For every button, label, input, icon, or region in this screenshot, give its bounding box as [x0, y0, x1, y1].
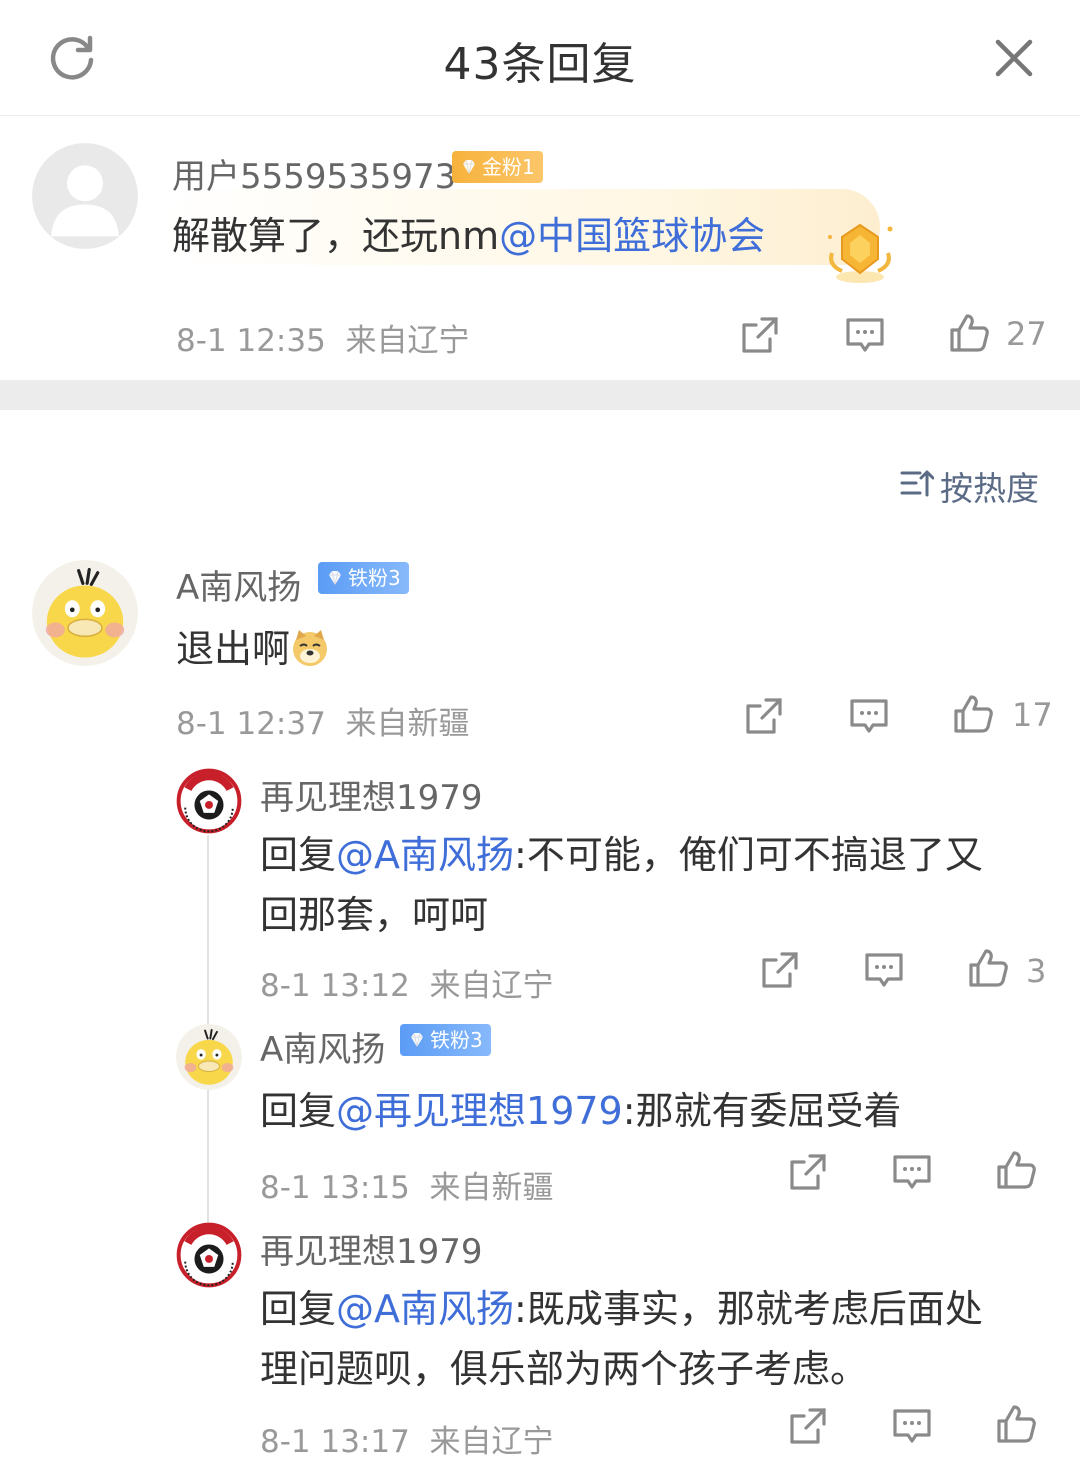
- sub-reply-body: :既成事实，那就考虑后面处: [514, 1287, 983, 1331]
- sub-reply-time: 8-1 13:12: [260, 968, 410, 1004]
- sub-reply-body: :不可能，俺们可不搞退了又: [514, 833, 983, 877]
- like-count: 17: [1012, 696, 1053, 734]
- sub-reply-location: 来自新疆: [429, 1170, 554, 1206]
- iron-fan-badge: 铁粉3: [400, 1024, 491, 1056]
- comment-meta: 8-1 12:35 来自辽宁: [176, 315, 470, 360]
- like-icon[interactable]: [966, 946, 1010, 990]
- close-icon[interactable]: [990, 34, 1038, 82]
- crown-icon: [820, 217, 900, 287]
- sub-reply-username[interactable]: 再见理想1979: [260, 770, 483, 819]
- comment-icon[interactable]: [843, 313, 887, 357]
- like-count: 27: [1006, 315, 1047, 353]
- comment-text: 解散算了，还玩nm@中国篮球协会: [172, 205, 765, 260]
- reply-prefix: 回复: [260, 833, 337, 877]
- gem-icon: [460, 158, 478, 176]
- reply-time: 8-1 12:37: [176, 706, 326, 742]
- iron-fan-badge: 铁粉3: [318, 562, 409, 594]
- reply-prefix: 回复: [260, 1089, 337, 1133]
- badge-label: 铁粉3: [348, 566, 401, 590]
- sub-reply-body: :那就有委屈受着: [622, 1089, 902, 1133]
- avatar[interactable]: [32, 143, 138, 249]
- share-icon[interactable]: [758, 948, 802, 992]
- sort-by-hot[interactable]: 按热度: [940, 462, 1039, 510]
- gem-icon: [408, 1031, 426, 1049]
- like-icon[interactable]: [947, 311, 991, 355]
- gold-fan-badge: 金粉1: [452, 151, 543, 183]
- sort-icon[interactable]: [900, 468, 934, 498]
- sub-reply-text: 回复@A南风扬:不可能，俺们可不搞退了又: [260, 824, 983, 879]
- avatar[interactable]: [32, 560, 138, 666]
- mention-link[interactable]: @A南风扬: [336, 1287, 514, 1331]
- badge-label: 铁粉3: [430, 1028, 483, 1052]
- share-icon[interactable]: [738, 313, 782, 357]
- sub-reply-text-cont: 理问题呗，俱乐部为两个孩子考虑。: [260, 1347, 869, 1391]
- section-divider: [0, 380, 1080, 410]
- sub-reply-username[interactable]: A南风扬: [260, 1022, 385, 1071]
- sub-reply-meta: 8-1 13:17 来自辽宁: [260, 1416, 554, 1461]
- badge-label: 金粉1: [482, 155, 535, 179]
- share-icon[interactable]: [786, 1404, 830, 1448]
- sub-reply-text: 回复@再见理想1979:那就有委屈受着: [260, 1080, 902, 1135]
- reply-body: 退出啊: [176, 627, 291, 671]
- sub-reply-meta: 8-1 13:12 来自辽宁: [260, 960, 554, 1005]
- share-icon[interactable]: [786, 1150, 830, 1194]
- reply-meta: 8-1 12:37 来自新疆: [176, 698, 470, 743]
- like-icon[interactable]: [994, 1402, 1038, 1446]
- comment-time: 8-1 12:35: [176, 323, 326, 359]
- mention-link[interactable]: @再见理想1979: [336, 1089, 623, 1133]
- comment-icon[interactable]: [890, 1150, 934, 1194]
- sub-reply-time: 8-1 13:15: [260, 1170, 410, 1206]
- reply-text: 退出啊: [176, 618, 330, 673]
- avatar[interactable]: [176, 1024, 242, 1090]
- avatar[interactable]: [176, 768, 242, 834]
- sub-reply-text-cont: 回那套，呵呵: [260, 893, 489, 937]
- doge-emoji: [290, 628, 330, 668]
- comment-body: 解散算了，还玩nm: [172, 214, 500, 258]
- comment-location: 来自辽宁: [345, 323, 470, 359]
- reply-username[interactable]: A南风扬: [176, 560, 301, 609]
- sub-reply-location: 来自辽宁: [429, 968, 554, 1004]
- gem-icon: [326, 569, 344, 587]
- like-count: 3: [1026, 952, 1047, 990]
- sub-reply-meta: 8-1 13:15 来自新疆: [260, 1162, 554, 1207]
- mention-link[interactable]: @A南风扬: [336, 833, 514, 877]
- comment-username[interactable]: 用户5559535973: [172, 149, 456, 198]
- comment-icon[interactable]: [847, 694, 891, 738]
- sub-reply-location: 来自辽宁: [429, 1424, 554, 1460]
- share-icon[interactable]: [742, 694, 786, 738]
- mention-link[interactable]: @中国篮球协会: [499, 214, 765, 258]
- header-bar: 43条回复: [0, 0, 1080, 116]
- comment-icon[interactable]: [890, 1404, 934, 1448]
- page-title: 43条回复: [443, 39, 637, 90]
- sub-reply-time: 8-1 13:17: [260, 1424, 410, 1460]
- main-comment: 用户5559535973 金粉1 解散算了，还玩nm@中国篮球协会 8-1 12…: [0, 117, 1080, 380]
- like-icon[interactable]: [994, 1148, 1038, 1192]
- reply-prefix: 回复: [260, 1287, 337, 1331]
- comment-icon[interactable]: [862, 948, 906, 992]
- sub-reply-text: 回复@A南风扬:既成事实，那就考虑后面处: [260, 1278, 983, 1333]
- like-icon[interactable]: [951, 692, 995, 736]
- avatar[interactable]: [176, 1222, 242, 1288]
- sub-reply-username[interactable]: 再见理想1979: [260, 1224, 483, 1273]
- reply-location: 来自新疆: [345, 706, 470, 742]
